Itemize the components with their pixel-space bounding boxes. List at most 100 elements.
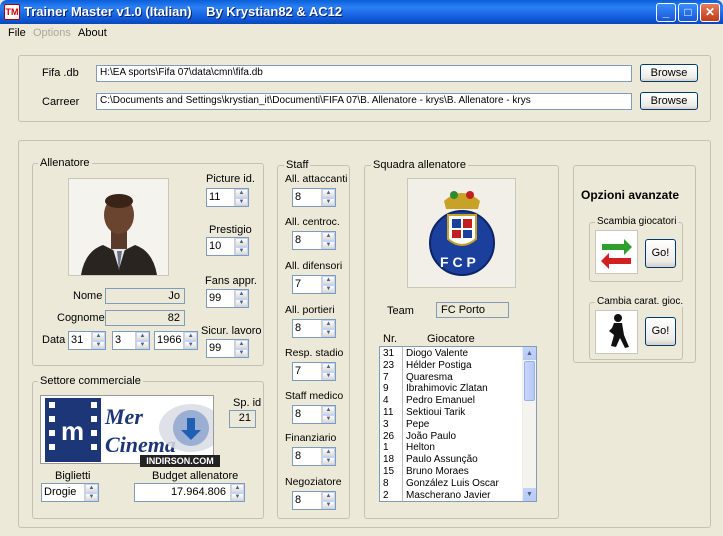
scroll-up-icon[interactable]: ▲ [523, 347, 536, 360]
spin-down-icon[interactable]: ▼ [322, 284, 335, 293]
menu-options[interactable]: Options [33, 27, 71, 39]
spin-up-icon[interactable]: ▲ [85, 484, 98, 493]
staff-spinner[interactable]: 8 ▲ ▼ [292, 447, 336, 466]
list-item[interactable]: 8 González Luis Oscar [380, 478, 536, 490]
spin-down-icon[interactable]: ▼ [235, 298, 248, 307]
budget-spinner[interactable]: 17.964.806 ▲ ▼ [134, 483, 245, 502]
spin-down-icon[interactable]: ▼ [136, 340, 149, 349]
spin-up-icon[interactable]: ▲ [322, 492, 335, 501]
close-button[interactable]: ✕ [700, 3, 720, 22]
spin-down-icon[interactable]: ▼ [184, 340, 197, 349]
menu-about[interactable]: About [78, 27, 107, 39]
list-item[interactable]: 9 Ibrahimovic Zlatan [380, 383, 536, 395]
players-listbox[interactable]: 31 Diogo Valente 23 Hélder Postiga 7 Quaresma… [379, 346, 537, 502]
list-item[interactable]: 11 Sektioui Tarik [380, 407, 536, 419]
fans-spinner[interactable]: 99 ▲ ▼ [206, 289, 249, 308]
month-spinner[interactable]: 3 ▲ ▼ [112, 331, 150, 350]
swap-go-button[interactable]: Go! [645, 239, 676, 268]
staff-spinner[interactable]: 8 ▲ ▼ [292, 405, 336, 424]
spin-up-icon[interactable]: ▲ [235, 238, 248, 247]
staff-spinner[interactable]: 8 ▲ ▼ [292, 188, 336, 207]
day-spinner[interactable]: 31 ▲ ▼ [68, 331, 106, 350]
staff-spinner[interactable]: 7 ▲ ▼ [292, 362, 336, 381]
spin-up-icon[interactable]: ▲ [322, 320, 335, 329]
name-field[interactable]: Jo [105, 288, 185, 304]
list-item[interactable]: 15 Bruno Moraes [380, 466, 536, 478]
staff-spinner[interactable]: 8 ▲ ▼ [292, 491, 336, 510]
spin-up-icon[interactable]: ▲ [184, 332, 197, 341]
staff-spinner[interactable]: 8 ▲ ▼ [292, 319, 336, 338]
list-item[interactable]: 18 Paulo Assunção [380, 454, 536, 466]
change-attr-go-button[interactable]: Go! [645, 317, 676, 346]
spin-up-icon[interactable]: ▲ [231, 484, 244, 493]
staff-label: All. centroc. [285, 216, 340, 228]
spin-down-icon[interactable]: ▼ [322, 500, 335, 509]
month-value: 3 [115, 334, 122, 346]
player-name: Pepe [406, 418, 430, 430]
browse-career-button[interactable]: Browse [640, 92, 698, 110]
spin-down-icon[interactable]: ▼ [235, 246, 248, 255]
spin-up-icon[interactable]: ▲ [235, 290, 248, 299]
list-item[interactable]: 1 Helton [380, 442, 536, 454]
spin-down-icon[interactable]: ▼ [235, 348, 248, 357]
window-title: Trainer Master v1.0 (Italian) By Krystia… [24, 4, 343, 19]
spin-up-icon[interactable]: ▲ [322, 189, 335, 198]
spin-down-icon[interactable]: ▼ [322, 456, 335, 465]
scroll-thumb[interactable] [524, 361, 535, 401]
spin-up-icon[interactable]: ▲ [322, 232, 335, 241]
staff-value: 7 [295, 278, 302, 290]
fifa-db-field[interactable]: H:\EA sports\Fifa 07\data\cmn\fifa.db [96, 65, 632, 82]
tickets-spinner[interactable]: Drogie ▲ ▼ [41, 483, 99, 502]
spin-up-icon[interactable]: ▲ [136, 332, 149, 341]
sponsor-id-field[interactable]: 21 [229, 410, 256, 428]
year-spinner[interactable]: 1966 ▲ ▼ [154, 331, 198, 350]
spin-up-icon[interactable]: ▲ [322, 363, 335, 372]
job-security-spinner[interactable]: 99 ▲ ▼ [206, 339, 249, 358]
budget-value: 17.964.806 [170, 486, 226, 498]
menu-file[interactable]: File [8, 27, 26, 39]
picture-id-spinner[interactable]: 11 ▲ ▼ [206, 188, 249, 207]
browse-fifa-button[interactable]: Browse [640, 64, 698, 82]
spin-down-icon[interactable]: ▼ [322, 328, 335, 337]
maximize-button[interactable]: □ [678, 3, 698, 22]
picture-id-value: 11 [209, 191, 221, 203]
spin-up-icon[interactable]: ▲ [322, 406, 335, 415]
staff-spinner[interactable]: 8 ▲ ▼ [292, 231, 336, 250]
spin-down-icon[interactable]: ▼ [92, 340, 105, 349]
column-divider [402, 347, 403, 501]
fans-label: Fans appr. [205, 275, 257, 287]
list-item[interactable]: 2 Mascherano Javier [380, 490, 536, 501]
list-item[interactable]: 26 João Paulo [380, 431, 536, 443]
spin-down-icon[interactable]: ▼ [322, 371, 335, 380]
spin-down-icon[interactable]: ▼ [322, 197, 335, 206]
spin-down-icon[interactable]: ▼ [235, 197, 248, 206]
list-item[interactable]: 4 Pedro Emanuel [380, 395, 536, 407]
staff-spinner[interactable]: 7 ▲ ▼ [292, 275, 336, 294]
players-scrollbar[interactable]: ▲ ▼ [522, 347, 536, 501]
minimize-button[interactable]: _ [656, 3, 676, 22]
staff-label: All. attaccanti [285, 173, 348, 185]
prestige-value: 10 [209, 240, 222, 252]
team-field[interactable]: FC Porto [436, 302, 509, 318]
spin-up-icon[interactable]: ▲ [235, 189, 248, 198]
career-field[interactable]: C:\Documents and Settings\krystian_it\Do… [96, 93, 632, 110]
spin-up-icon[interactable]: ▲ [322, 448, 335, 457]
scroll-down-icon[interactable]: ▼ [523, 488, 536, 501]
team-label: Team [387, 305, 414, 317]
svg-text:Mer: Mer [104, 404, 143, 429]
spin-down-icon[interactable]: ▼ [322, 240, 335, 249]
list-item[interactable]: 31 Diogo Valente [380, 348, 536, 360]
list-item[interactable]: 7 Quaresma [380, 372, 536, 384]
list-item[interactable]: 23 Hélder Postiga [380, 360, 536, 372]
spin-up-icon[interactable]: ▲ [92, 332, 105, 341]
spin-up-icon[interactable]: ▲ [322, 276, 335, 285]
surname-field[interactable]: 82 [105, 310, 185, 326]
spin-up-icon[interactable]: ▲ [235, 340, 248, 349]
prestige-spinner[interactable]: 10 ▲ ▼ [206, 237, 249, 256]
list-item[interactable]: 3 Pepe [380, 419, 536, 431]
spin-down-icon[interactable]: ▼ [85, 492, 98, 501]
day-value: 31 [71, 334, 84, 346]
date-label: Data [42, 334, 66, 346]
spin-down-icon[interactable]: ▼ [231, 492, 244, 501]
spin-down-icon[interactable]: ▼ [322, 414, 335, 423]
